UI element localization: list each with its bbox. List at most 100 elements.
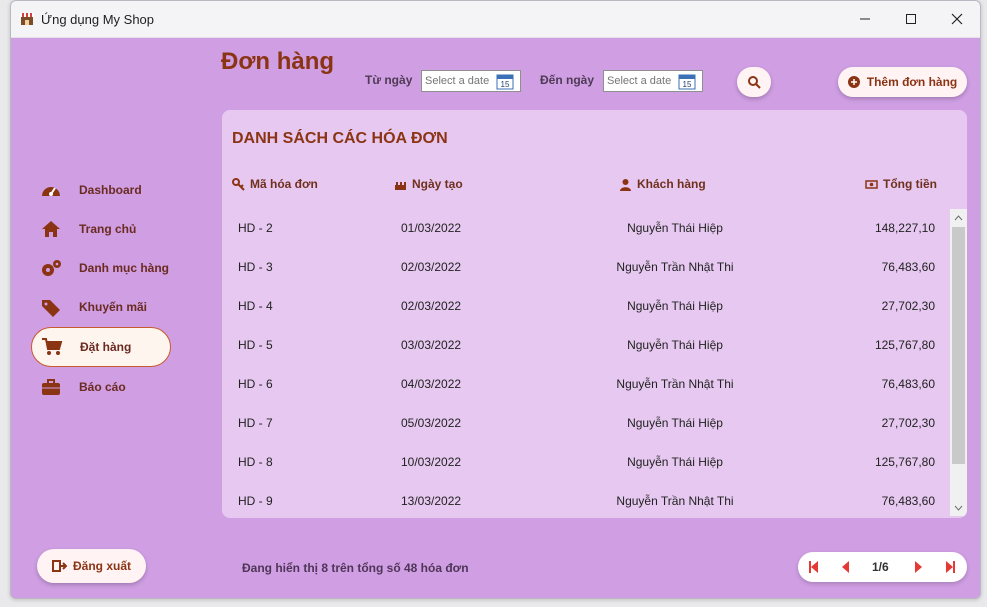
table-row[interactable]: HD - 2 01/03/2022 Nguyễn Thái Hiệp 148,227,… (222, 209, 949, 248)
pagination-control: 1/6 (798, 552, 967, 582)
cell-total: 27,702,30 (881, 299, 935, 313)
to-date-label: Đến ngày (540, 73, 595, 87)
minimize-icon (860, 18, 870, 20)
calendar-icon: 15 (678, 74, 696, 90)
minimize-button[interactable] (842, 1, 888, 37)
scroll-up-arrow[interactable] (950, 212, 967, 224)
panel-title: DANH SÁCH CÁC HÓA ĐƠN (232, 130, 448, 147)
table-row[interactable]: HD - 3 02/03/2022 Nguyễn Trần Nhật Thi 76,4… (222, 248, 949, 287)
cell-id: HD - 3 (238, 260, 273, 274)
column-header-total[interactable]: Tổng tiền (865, 177, 937, 191)
sidebar-item-categories[interactable]: Danh mục hàng (31, 249, 171, 287)
first-page-icon[interactable] (806, 558, 822, 576)
cell-date: 04/03/2022 (401, 377, 462, 391)
cell-id: HD - 9 (238, 494, 273, 508)
table-row[interactable]: HD - 7 05/03/2022 Nguyễn Thái Hiệp 27,702,3… (222, 404, 949, 443)
sidebar-item-label: Trang chủ (79, 222, 137, 236)
cell-date: 05/03/2022 (401, 416, 462, 430)
cell-total: 76,483,60 (881, 494, 935, 508)
sidebar-item-reports[interactable]: Báo cáo (31, 368, 171, 406)
cell-customer: Nguyễn Trần Nhật Thi (616, 494, 734, 508)
close-button[interactable] (934, 1, 980, 37)
cell-id: HD - 2 (238, 221, 273, 235)
cell-id: HD - 8 (238, 455, 273, 469)
cell-total: 76,483,60 (881, 377, 935, 391)
logout-label: Đăng xuất (72, 559, 131, 573)
svg-text:15: 15 (501, 80, 510, 89)
cell-customer: Nguyễn Trần Nhật Thi (616, 260, 734, 274)
vertical-scrollbar[interactable] (950, 209, 967, 516)
birthday-cake-icon (395, 181, 406, 190)
app-window: Ứng dụng My Shop Đơn hàng Từ ngày 15 Đến… (10, 0, 981, 599)
money-icon (865, 179, 878, 189)
sidebar-item-dashboard[interactable]: Dashboard (31, 171, 171, 209)
cell-id: HD - 4 (238, 299, 273, 313)
table-row[interactable]: HD - 9 13/03/2022 Nguyễn Trần Nhật Thi 76,4… (222, 482, 949, 518)
svg-text:15: 15 (683, 80, 692, 89)
next-page-icon[interactable] (910, 558, 926, 576)
column-label: Mã hóa đơn (250, 177, 318, 191)
table-row[interactable]: HD - 4 02/03/2022 Nguyễn Thái Hiệp 27,702,3… (222, 287, 949, 326)
maximize-icon (906, 14, 916, 24)
logout-button[interactable]: Đăng xuất (37, 549, 146, 583)
sidebar-item-label: Danh mục hàng (79, 261, 170, 275)
search-icon (748, 76, 761, 89)
add-order-label: Thêm đơn hàng (866, 75, 958, 89)
cell-total: 125,767,80 (874, 338, 935, 352)
invoice-panel: DANH SÁCH CÁC HÓA ĐƠN Mã hóa đơn Ngày tạ… (222, 110, 967, 518)
search-button[interactable] (737, 67, 771, 97)
home-icon (39, 217, 63, 241)
sidebar-item-home[interactable]: Trang chủ (31, 210, 171, 248)
cell-total: 76,483,60 (881, 260, 935, 274)
column-header-customer[interactable]: Khách hàng (619, 177, 706, 191)
cell-customer: Nguyễn Thái Hiệp (627, 299, 723, 313)
main-content: Đơn hàng Từ ngày 15 Đến ngày 15 Thêm đơn… (11, 38, 980, 598)
scroll-down-arrow[interactable] (950, 502, 967, 514)
from-date-input[interactable] (425, 74, 495, 88)
cell-date: 02/03/2022 (401, 299, 462, 313)
sidebar-item-label: Khuyến mãi (79, 300, 148, 314)
column-label: Khách hàng (637, 177, 706, 191)
cell-total: 148,227,10 (874, 221, 935, 235)
page-title: Đơn hàng (221, 48, 335, 75)
to-date-input[interactable] (607, 74, 677, 88)
calendar-icon: 15 (496, 74, 514, 90)
page-indicator: 1/6 (872, 560, 889, 574)
previous-page-icon[interactable] (838, 558, 854, 576)
sidebar-item-label: Báo cáo (79, 380, 126, 394)
sidebar-item-orders[interactable]: Đặt hàng (31, 327, 171, 367)
tags-icon (39, 295, 63, 319)
cell-id: HD - 7 (238, 416, 273, 430)
pagination-status: Đang hiển thị 8 trên tổng số 48 hóa đơn (242, 561, 469, 575)
cart-icon (40, 335, 64, 359)
cell-customer: Nguyễn Trần Nhật Thi (616, 377, 734, 391)
cell-total: 125,767,80 (874, 455, 935, 469)
window-title: Ứng dụng My Shop (41, 12, 155, 27)
column-label: Ngày tạo (412, 177, 463, 191)
maximize-button[interactable] (888, 1, 934, 37)
table-row[interactable]: HD - 8 10/03/2022 Nguyễn Thái Hiệp 125,767,… (222, 443, 949, 482)
to-date-picker[interactable]: 15 (603, 70, 703, 92)
from-date-picker[interactable]: 15 (421, 70, 521, 92)
cell-customer: Nguyễn Thái Hiệp (627, 416, 723, 430)
cell-date: 03/03/2022 (401, 338, 462, 352)
cell-customer: Nguyễn Thái Hiệp (627, 455, 723, 469)
cell-total: 27,702,30 (881, 416, 935, 430)
sidebar-item-label: Đặt hàng (80, 340, 132, 354)
cell-customer: Nguyễn Thái Hiệp (627, 221, 723, 235)
sidebar-item-label: Dashboard (79, 183, 142, 197)
column-header-id[interactable]: Mã hóa đơn (232, 177, 318, 191)
shop-icon (20, 13, 34, 25)
column-header-date[interactable]: Ngày tạo (394, 177, 463, 191)
table-row[interactable]: HD - 5 03/03/2022 Nguyễn Thái Hiệp 125,767,… (222, 326, 949, 365)
gears-icon (39, 256, 63, 280)
add-order-button[interactable]: Thêm đơn hàng (838, 67, 967, 97)
cell-date: 01/03/2022 (401, 221, 462, 235)
sidebar-item-promotions[interactable]: Khuyến mãi (31, 288, 171, 326)
table-row[interactable]: HD - 6 04/03/2022 Nguyễn Trần Nhật Thi 76,4… (222, 365, 949, 404)
from-date-label: Từ ngày (365, 73, 413, 87)
user-icon (620, 178, 631, 191)
plus-circle-icon (847, 76, 860, 88)
last-page-icon[interactable] (942, 558, 958, 576)
scrollbar-thumb[interactable] (952, 227, 965, 464)
